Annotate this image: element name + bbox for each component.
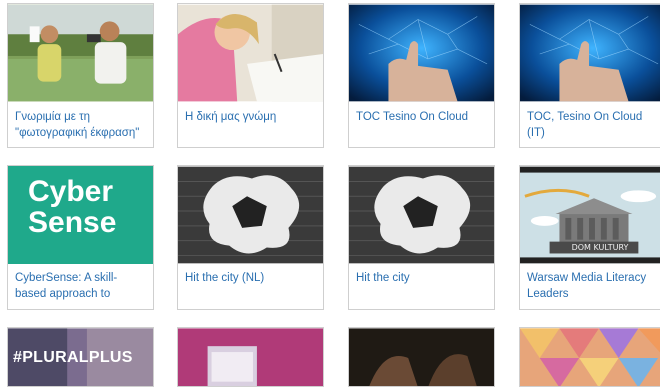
digital-hand-image bbox=[520, 4, 660, 102]
card-row3-3[interactable] bbox=[348, 327, 495, 387]
cybersense-thumbnail[interactable]: Cyber Sense bbox=[8, 166, 153, 264]
card-title[interactable]: TOC Tesino On Cloud bbox=[356, 109, 488, 125]
card-hit-the-city-nl[interactable]: Hit the city (NL) bbox=[177, 165, 324, 310]
colorful-pattern-image bbox=[520, 328, 660, 386]
dark-hands-image bbox=[349, 328, 494, 386]
hit-the-city-thumbnail[interactable] bbox=[349, 166, 494, 264]
card-title[interactable]: CyberSense: A skill-based approach to bbox=[15, 270, 147, 302]
card-title[interactable]: Hit the city bbox=[356, 270, 488, 286]
dom-kultury-sign: DOM KULTURY bbox=[571, 243, 629, 252]
row3-3-thumbnail[interactable] bbox=[349, 328, 494, 386]
card-title[interactable]: Γνωριμία με τη "φωτογραφική έκφραση" bbox=[15, 109, 147, 141]
card-cybersense[interactable]: Cyber Sense CyberSense: A skill-based ap… bbox=[7, 165, 154, 310]
digital-hand-image bbox=[349, 4, 494, 102]
pluralplus-thumbnail[interactable]: #PLURALPLUS bbox=[8, 328, 153, 386]
card-toc-tesino[interactable]: TOC Tesino On Cloud bbox=[348, 3, 495, 148]
cybersense-logo-text: Cyber Sense bbox=[28, 175, 117, 239]
purple-image bbox=[178, 328, 323, 386]
kids-camera-image bbox=[8, 4, 153, 102]
our-opinion-thumbnail[interactable] bbox=[178, 4, 323, 102]
card-row3-2[interactable] bbox=[177, 327, 324, 387]
card-photography[interactable]: Γνωριμία με τη "φωτογραφική έκφραση" bbox=[7, 3, 154, 148]
card-title[interactable]: Hit the city (NL) bbox=[185, 270, 317, 286]
card-title[interactable]: Warsaw Media Literacy Leaders bbox=[527, 270, 659, 302]
card-toc-tesino-it[interactable]: TOC, Tesino On Cloud (IT) bbox=[519, 3, 660, 148]
card-warsaw-media-literacy[interactable]: DOM KULTURY Warsaw Media Literacy Leader… bbox=[519, 165, 660, 310]
toc-tesino-it-thumbnail[interactable] bbox=[520, 4, 660, 102]
graffiti-image bbox=[349, 166, 494, 264]
card-title[interactable]: Η δική μας γνώμη bbox=[185, 109, 317, 125]
girl-drawing-image bbox=[178, 4, 323, 102]
row3-4-thumbnail[interactable] bbox=[520, 328, 660, 386]
hit-the-city-nl-thumbnail[interactable] bbox=[178, 166, 323, 264]
toc-tesino-thumbnail[interactable] bbox=[349, 4, 494, 102]
card-title[interactable]: TOC, Tesino On Cloud (IT) bbox=[527, 109, 659, 141]
photography-thumbnail[interactable] bbox=[8, 4, 153, 102]
card-hit-the-city[interactable]: Hit the city bbox=[348, 165, 495, 310]
pluralplus-text: #PLURALPLUS bbox=[13, 349, 133, 366]
graffiti-image bbox=[178, 166, 323, 264]
row3-2-thumbnail[interactable] bbox=[178, 328, 323, 386]
warsaw-thumbnail[interactable]: DOM KULTURY bbox=[520, 166, 660, 264]
card-row3-4[interactable] bbox=[519, 327, 660, 387]
card-pluralplus[interactable]: #PLURALPLUS bbox=[7, 327, 154, 387]
card-our-opinion[interactable]: Η δική μας γνώμη bbox=[177, 3, 324, 148]
